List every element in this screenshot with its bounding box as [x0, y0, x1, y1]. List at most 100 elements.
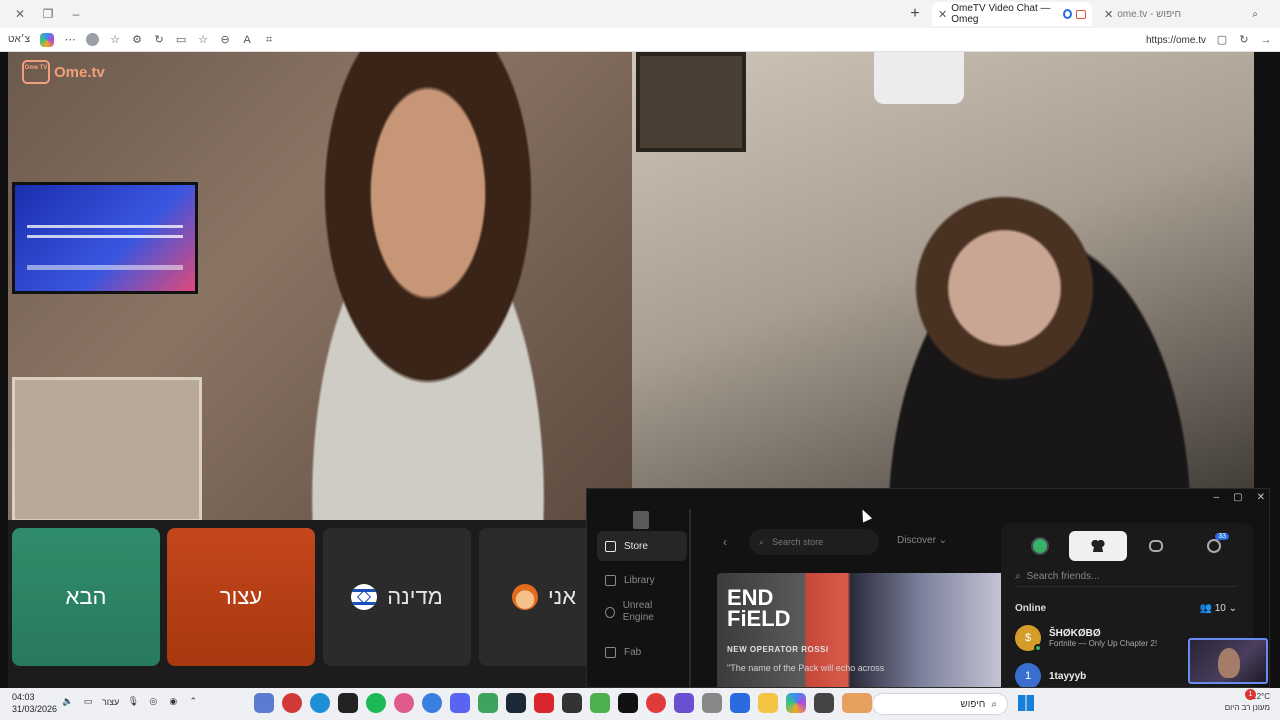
tab-status[interactable]	[1011, 531, 1069, 561]
sidebar-item-library[interactable]: Library	[597, 565, 687, 595]
ometv-logo-icon: Ome TV	[22, 60, 50, 84]
edge-app-icon[interactable]	[310, 693, 330, 713]
tab-friends[interactable]	[1069, 531, 1127, 561]
more-options-icon[interactable]: ⋯	[64, 34, 76, 46]
system-clock[interactable]: 04:03 31/03/2026	[12, 691, 57, 715]
mouse-app-icon[interactable]	[702, 693, 722, 713]
store-app-icon[interactable]	[730, 693, 750, 713]
settings-app-icon[interactable]	[254, 693, 274, 713]
go-arrow-icon[interactable]: →	[1260, 34, 1272, 46]
camera-in-use-icon	[1076, 9, 1086, 19]
chevron-up-icon[interactable]: ⌃	[187, 696, 199, 707]
epic-logo-icon[interactable]	[633, 511, 649, 529]
banner-title: END FiELD	[727, 585, 791, 631]
epic-app-icon[interactable]	[338, 693, 358, 713]
copilot-app-icon[interactable]	[786, 693, 806, 713]
ometv-logo[interactable]: Ome TV Ome.tv	[22, 60, 105, 84]
back-arrow-icon[interactable]: ‹	[723, 535, 727, 549]
sidebar-item-fab[interactable]: Fab	[597, 637, 687, 667]
new-tab-button[interactable]: +	[904, 5, 926, 23]
friends-search-input[interactable]: ⌕ Search friends...	[1015, 567, 1237, 587]
online-count[interactable]: 👥 10 ⌄	[1199, 603, 1237, 614]
refresh-icon[interactable]: ↻	[153, 34, 165, 46]
friends-tabs: 33	[1011, 531, 1243, 561]
read-aloud-icon[interactable]: A	[241, 34, 253, 46]
add-favorite-icon[interactable]: ☆	[197, 34, 209, 46]
widget-app-icon[interactable]	[842, 693, 872, 713]
tray-stop-label[interactable]: עצור	[102, 697, 119, 707]
epic-games-launcher: – ▢ ✕ Store Library Unreal Engine Fab ‹ …	[586, 488, 1270, 688]
friends-search-placeholder: Search friends...	[1026, 571, 1100, 582]
chrome-app-icon[interactable]	[282, 693, 302, 713]
close-launcher-icon[interactable]: ✕	[1257, 492, 1265, 503]
maximize-launcher-icon[interactable]: ▢	[1233, 492, 1242, 503]
screenshot-icon[interactable]: ⌗	[263, 34, 275, 46]
online-heading: Online	[1015, 603, 1047, 614]
tab-ometv[interactable]: ✕ OmeTV Video Chat — Omeg	[932, 2, 1092, 26]
minimize-window-icon[interactable]: –	[62, 7, 90, 21]
windows-start-icon[interactable]	[1018, 695, 1034, 711]
vpn-app-icon[interactable]	[674, 693, 694, 713]
search-tabs-icon[interactable]: ⌕	[1244, 9, 1266, 20]
display-icon[interactable]: ▭	[82, 696, 94, 707]
tab-add-friend[interactable]: 33	[1185, 531, 1243, 561]
acrobat-app-icon[interactable]	[534, 693, 554, 713]
background-tv	[12, 182, 198, 294]
game-app-icon[interactable]	[478, 693, 498, 713]
notification-badge[interactable]: 1	[1245, 689, 1256, 700]
next-button[interactable]: הבא	[12, 528, 160, 666]
close-tab-icon[interactable]: ✕	[938, 8, 947, 21]
tab-search[interactable]: ✕ ome.tv - חיפוש	[1098, 2, 1238, 26]
steam-app-icon[interactable]	[506, 693, 526, 713]
lock-icon[interactable]: ▢	[1216, 34, 1228, 46]
country-filter-button[interactable]: מדינה	[323, 528, 471, 666]
minimize-launcher-icon[interactable]: –	[1214, 492, 1220, 503]
sidebar-item-label: Library	[624, 574, 655, 586]
close-tab-icon[interactable]: ✕	[1104, 8, 1113, 21]
discord-app-icon[interactable]	[450, 693, 470, 713]
restore-window-icon[interactable]: ❐	[34, 7, 62, 21]
search-icon: ⌕	[991, 698, 997, 710]
discord-tray-icon[interactable]: ◉	[167, 696, 179, 707]
profile-label[interactable]: צ׳אט	[8, 34, 30, 45]
minecraft-app-icon[interactable]	[590, 693, 610, 713]
file-explorer-app-icon[interactable]	[758, 693, 778, 713]
stranger-video: Ome TV Ome.tv	[8, 52, 632, 520]
spotify-app-icon[interactable]	[366, 693, 386, 713]
store-main: ‹ ⌕ Search store Discover ⌄ END FiELD NE…	[693, 509, 1007, 687]
pinned-apps	[254, 693, 872, 713]
me-label: אני	[547, 584, 577, 609]
microphone-icon[interactable]: 🎙	[127, 696, 139, 707]
browser-app-icon[interactable]	[422, 693, 442, 713]
tab-chat[interactable]	[1127, 531, 1185, 561]
extensions-icon[interactable]: ⚙	[131, 34, 143, 46]
split-screen-icon[interactable]: ▭	[175, 34, 187, 46]
speaker-icon[interactable]: 🔈	[62, 696, 74, 707]
search-icon: ⌕	[759, 536, 765, 547]
profile-avatar[interactable]	[86, 33, 100, 46]
friend-avatar: 1	[1015, 663, 1041, 687]
opera-app-icon[interactable]	[394, 693, 414, 713]
capcut-app-icon[interactable]	[618, 693, 638, 713]
reload-icon[interactable]: ↻	[1238, 34, 1250, 46]
picture-in-picture-video[interactable]	[1188, 638, 1268, 684]
store-icon	[605, 540, 616, 552]
terminal-app-icon[interactable]	[814, 693, 834, 713]
stop-button[interactable]: עצור	[167, 528, 315, 666]
taskbar-search-input[interactable]: חיפוש ⌕	[872, 693, 1008, 715]
sidebar-item-label: Fab	[624, 646, 642, 658]
favorites-icon[interactable]: ☆	[109, 34, 121, 46]
tracking-icon[interactable]: ⊖	[219, 34, 231, 46]
store-search-input[interactable]: ⌕ Search store	[749, 529, 879, 555]
featured-banner[interactable]: END FiELD NEW OPERATOR ROSSI "The name o…	[717, 573, 1007, 687]
sidebar-item-store[interactable]: Store	[597, 531, 687, 561]
url-text[interactable]: https://ome.tv	[1146, 35, 1206, 46]
copilot-icon[interactable]	[40, 32, 55, 47]
vpn-icon[interactable]: ◎	[147, 696, 159, 707]
close-window-icon[interactable]: ✕	[6, 7, 34, 21]
sidebar-item-unreal-engine[interactable]: Unreal Engine	[597, 597, 677, 627]
epic-store-app-icon[interactable]	[562, 693, 582, 713]
discover-dropdown[interactable]: Discover ⌄	[897, 535, 947, 546]
riot-app-icon[interactable]	[646, 693, 666, 713]
chat-controls: הבא עצור מדינה אני	[8, 520, 609, 688]
